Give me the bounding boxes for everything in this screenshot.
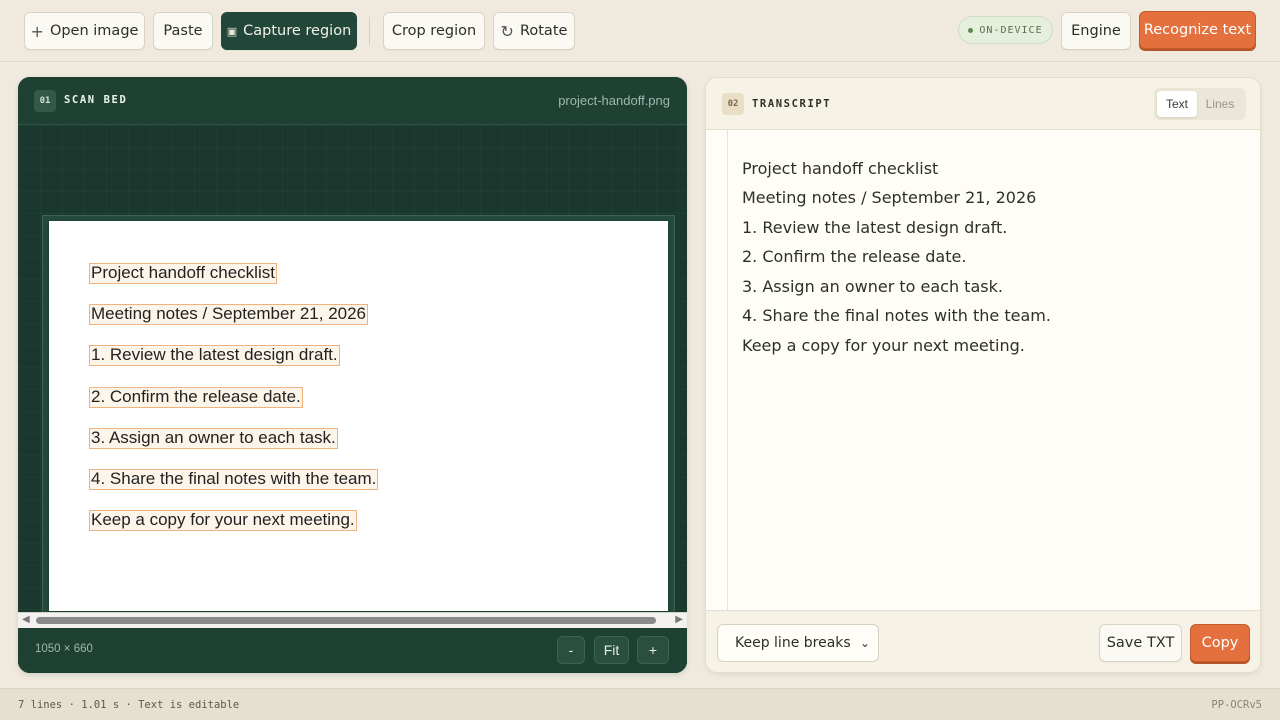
- line-break-value: Keep line breaks: [735, 635, 851, 651]
- toolbar: + Open image Paste ▣ Capture region Crop…: [0, 0, 1280, 62]
- ocr-line-box[interactable]: 1. Review the latest design draft.: [89, 345, 340, 366]
- scanned-document[interactable]: Project handoff checklist Meeting notes …: [49, 221, 668, 611]
- copy-button[interactable]: Copy: [1190, 624, 1250, 662]
- ocr-line-box[interactable]: 3. Assign an owner to each task.: [89, 428, 338, 449]
- text-gutter: [727, 130, 728, 610]
- paste-label: Paste: [163, 23, 203, 39]
- toolbar-divider: [369, 17, 370, 45]
- transcript-footer: Keep line breaks ⌄ Save TXT Copy: [706, 610, 1260, 672]
- image-dimensions: 1050 × 660: [35, 643, 93, 655]
- transcript-line: Keep a copy for your next meeting.: [742, 336, 1025, 355]
- capture-region-label: Capture region: [243, 23, 352, 39]
- scan-bed-header: 01 SCAN BED project-handoff.png: [18, 77, 687, 125]
- capture-region-button[interactable]: ▣ Capture region: [221, 12, 357, 50]
- rotate-button[interactable]: ↻ Rotate: [493, 12, 575, 50]
- open-image-button[interactable]: + Open image: [24, 12, 145, 50]
- status-bar: 7 lines · 1.01 s · Text is editable PP-O…: [0, 688, 1280, 720]
- transcript-line: 1. Review the latest design draft.: [742, 218, 1008, 237]
- recognize-text-button[interactable]: Recognize text: [1139, 11, 1256, 49]
- transcript-header: 02 TRANSCRIPT Text Lines: [706, 78, 1260, 130]
- copy-label: Copy: [1201, 635, 1239, 651]
- scan-bed-number: 01: [34, 90, 56, 112]
- transcript-line: Project handoff checklist: [742, 159, 939, 178]
- ocr-model-label: PP-OCRv5: [1211, 699, 1262, 711]
- transcript-line: 2. Confirm the release date.: [742, 247, 967, 266]
- engine-button[interactable]: Engine: [1061, 12, 1131, 50]
- plus-icon: +: [30, 21, 44, 41]
- tab-lines[interactable]: Lines: [1197, 91, 1243, 117]
- tab-text[interactable]: Text: [1157, 91, 1197, 117]
- rotate-label: Rotate: [519, 23, 568, 39]
- paste-button[interactable]: Paste: [153, 12, 213, 50]
- scan-bed-footer: 1050 × 660 - Fit +: [18, 628, 687, 673]
- zoom-out-button[interactable]: -: [557, 636, 585, 664]
- rotate-icon: ↻: [500, 21, 514, 41]
- transcript-title: TRANSCRIPT: [752, 98, 832, 110]
- engine-label: Engine: [1071, 23, 1121, 39]
- scan-bed-panel: 01 SCAN BED project-handoff.png Project …: [18, 77, 687, 673]
- line-break-select[interactable]: Keep line breaks ⌄: [717, 624, 879, 662]
- transcript-line: 4. Share the final notes with the team.: [742, 306, 1051, 325]
- status-summary: 7 lines · 1.01 s · Text is editable: [18, 699, 240, 711]
- ocr-line-box[interactable]: Meeting notes / September 21, 2026: [89, 304, 369, 325]
- scan-bed-title: SCAN BED: [64, 94, 128, 106]
- scroll-left-icon[interactable]: ◀: [22, 614, 30, 625]
- scan-canvas[interactable]: Project handoff checklist Meeting notes …: [18, 125, 687, 673]
- crop-region-button[interactable]: Crop region: [383, 12, 485, 50]
- ocr-line-box[interactable]: 2. Confirm the release date.: [89, 387, 303, 408]
- zoom-fit-button[interactable]: Fit: [594, 636, 629, 664]
- transcript-line: Meeting notes / September 21, 2026: [742, 188, 1037, 207]
- ocr-line-box[interactable]: 4. Share the final notes with the team.: [89, 469, 379, 490]
- zoom-in-button[interactable]: +: [637, 636, 669, 664]
- chevron-down-icon: ⌄: [859, 636, 870, 650]
- save-txt-button[interactable]: Save TXT: [1099, 624, 1182, 662]
- crop-region-label: Crop region: [391, 23, 477, 39]
- scrollbar-thumb[interactable]: [36, 617, 656, 624]
- file-name: project-handoff.png: [558, 93, 670, 108]
- capture-square-icon: ▣: [226, 24, 238, 38]
- on-device-label: ON-DEVICE: [979, 24, 1043, 36]
- on-device-badge: ON-DEVICE: [958, 16, 1053, 44]
- save-txt-label: Save TXT: [1106, 635, 1175, 651]
- view-toggle: Text Lines: [1154, 88, 1246, 120]
- transcript-panel: 02 TRANSCRIPT Text Lines Project handoff…: [705, 77, 1261, 673]
- ocr-line-box[interactable]: Keep a copy for your next meeting.: [89, 510, 357, 531]
- horizontal-scrollbar[interactable]: ◀ ▶: [18, 612, 687, 628]
- recognize-text-label: Recognize text: [1143, 22, 1252, 38]
- transcript-line: 3. Assign an owner to each task.: [742, 277, 1003, 296]
- scroll-right-icon[interactable]: ▶: [675, 614, 683, 625]
- transcript-number: 02: [722, 93, 744, 115]
- status-dot-icon: [968, 27, 974, 33]
- transcript-textarea[interactable]: Project handoff checklist Meeting notes …: [706, 130, 1260, 610]
- open-image-label: Open image: [49, 23, 139, 39]
- ocr-line-box[interactable]: Project handoff checklist: [89, 263, 277, 284]
